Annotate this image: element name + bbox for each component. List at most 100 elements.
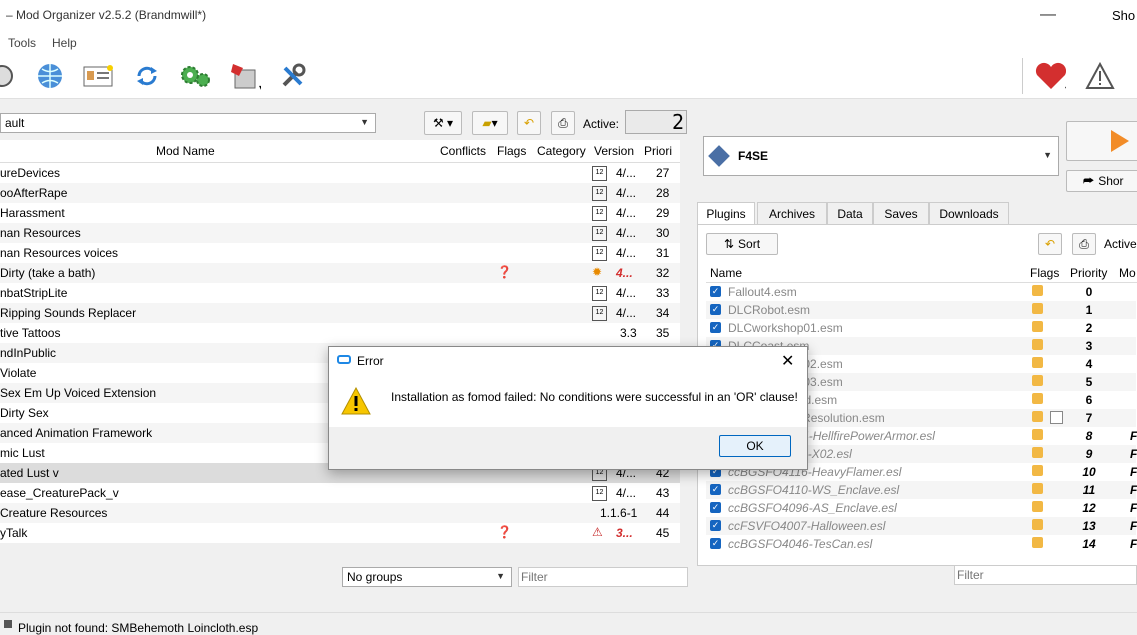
mod-name: Creature Resources bbox=[0, 506, 108, 520]
master-flag-icon bbox=[1032, 411, 1043, 422]
plugin-name: ccBGSFO4046-TesCan.esl bbox=[728, 537, 873, 551]
master-flag-icon bbox=[1032, 447, 1043, 458]
table-row[interactable]: Dirty (take a bath) ❓ ✹ 4... 32 bbox=[0, 263, 680, 283]
close-window-button[interactable]: Sho bbox=[1112, 8, 1135, 23]
col-plugin-name[interactable]: Name bbox=[710, 266, 742, 280]
col-plugin-mod[interactable]: Mo bbox=[1119, 266, 1136, 280]
list-item[interactable]: ✓ ccBGSFO4110-WS_Enclave.esl 11 F bbox=[706, 481, 1137, 499]
enabled-checkbox[interactable]: ✓ bbox=[710, 304, 721, 315]
profiles-icon[interactable] bbox=[82, 60, 114, 92]
table-row[interactable]: nbatStripLite 12 4/... 33 bbox=[0, 283, 680, 303]
modlist-scrollbar[interactable] bbox=[680, 140, 688, 543]
table-row[interactable]: yTalk ❓ ⚠ 3... 45 bbox=[0, 523, 680, 543]
tab-archives[interactable]: Archives bbox=[757, 202, 827, 225]
plugin-priority: 7 bbox=[1085, 411, 1093, 425]
table-row[interactable]: ooAfterRape 12 4/... 28 bbox=[0, 183, 680, 203]
mod-priority: 34 bbox=[656, 306, 670, 320]
profile-select[interactable]: ault ▼ bbox=[0, 113, 376, 133]
col-flags[interactable]: Flags bbox=[497, 144, 526, 158]
col-plugin-priority[interactable]: Priority bbox=[1070, 266, 1107, 280]
master-flag-icon bbox=[1032, 375, 1043, 386]
menu-help[interactable]: Help bbox=[52, 36, 77, 50]
tab-plugins[interactable]: Plugins bbox=[697, 202, 755, 225]
mod-name: tive Tattoos bbox=[0, 326, 61, 340]
table-row[interactable]: Harassment 12 4/... 29 bbox=[0, 203, 680, 223]
table-row[interactable]: ease_CreaturePack_v 12 4/... 43 bbox=[0, 483, 680, 503]
enabled-checkbox[interactable]: ✓ bbox=[710, 286, 721, 297]
master-flag-icon bbox=[1032, 393, 1043, 404]
list-item[interactable]: ✓ DLCworkshop01.esm 2 bbox=[706, 319, 1136, 337]
warning-icon[interactable] bbox=[1084, 60, 1116, 92]
open-folder-button[interactable]: ▰ ▾ bbox=[472, 111, 508, 135]
enabled-checkbox[interactable]: ✓ bbox=[710, 520, 721, 531]
create-backup-button[interactable]: ⎙ bbox=[551, 111, 575, 135]
tab-saves[interactable]: Saves bbox=[873, 202, 929, 225]
executables-icon[interactable] bbox=[179, 60, 211, 92]
restore-backup-button[interactable]: ↶ bbox=[517, 111, 541, 135]
mod-priority: 33 bbox=[656, 286, 670, 300]
mod-name: Sex Em Up Voiced Extension bbox=[0, 386, 157, 400]
plugin-restore-button[interactable]: ↶ bbox=[1038, 233, 1062, 255]
mod-name: mic Lust bbox=[0, 446, 45, 460]
col-plugin-flags[interactable]: Flags bbox=[1030, 266, 1059, 280]
window-title: – Mod Organizer v2.5.2 (Brandmwill*) bbox=[6, 8, 207, 22]
col-category[interactable]: Category bbox=[537, 144, 586, 158]
table-row[interactable]: Creature Resources 1.1.6-1 44 bbox=[0, 503, 680, 523]
run-button[interactable] bbox=[1066, 121, 1137, 161]
plugin-backup-button[interactable]: ⎙ bbox=[1072, 233, 1096, 255]
table-row[interactable]: Ripping Sounds Replacer 12 4/... 34 bbox=[0, 303, 680, 323]
refresh-icon[interactable] bbox=[131, 60, 163, 92]
shortcut-button[interactable]: ⮫ Shor bbox=[1066, 170, 1137, 192]
svg-text:▾: ▾ bbox=[259, 83, 261, 90]
list-item[interactable]: ✓ Fallout4.esm 0 bbox=[706, 283, 1136, 301]
menu-tools[interactable]: Tools bbox=[8, 36, 36, 50]
tools-dropdown-button[interactable]: ⚒ ▾ bbox=[424, 111, 462, 135]
col-conflicts[interactable]: Conflicts bbox=[440, 144, 486, 158]
table-row[interactable]: tive Tattoos 3.3 35 bbox=[0, 323, 680, 343]
groups-select[interactable]: No groups ▼ bbox=[342, 567, 512, 587]
col-version[interactable]: Version bbox=[594, 144, 634, 158]
col-priority[interactable]: Priori bbox=[644, 144, 672, 158]
table-row[interactable]: ureDevices 12 4/... 27 bbox=[0, 163, 680, 183]
tab-downloads[interactable]: Downloads bbox=[929, 202, 1009, 225]
plugin-priority: 3 bbox=[1085, 339, 1093, 353]
mod-name: Harassment bbox=[0, 206, 65, 220]
minimize-button[interactable]: — bbox=[1040, 6, 1056, 24]
mod-priority: 27 bbox=[656, 166, 670, 180]
mod-name: Dirty Sex bbox=[0, 406, 49, 420]
tools-icon[interactable]: ▾ bbox=[229, 60, 261, 92]
mod-filter-input[interactable] bbox=[518, 567, 688, 587]
plugins-active-label: Active bbox=[1104, 237, 1137, 251]
list-item[interactable]: ✓ DLCRobot.esm 1 bbox=[706, 301, 1136, 319]
enabled-checkbox[interactable]: ✓ bbox=[710, 484, 721, 495]
executable-select[interactable]: F4SE ▼ bbox=[703, 136, 1059, 176]
enabled-checkbox[interactable]: ✓ bbox=[710, 502, 721, 513]
plugin-filter-input[interactable] bbox=[954, 565, 1137, 585]
plugin-name: Fallout4.esm bbox=[728, 285, 797, 299]
tab-data[interactable]: Data bbox=[827, 202, 873, 225]
install-icon[interactable] bbox=[0, 60, 18, 92]
mod-version: 1.1.6-1 bbox=[600, 506, 638, 520]
list-item[interactable]: ✓ ccBGSFO4096-AS_Enclave.esl 12 F bbox=[706, 499, 1137, 517]
master-flag-icon bbox=[1032, 285, 1043, 296]
enabled-checkbox[interactable]: ✓ bbox=[710, 538, 721, 549]
mod-version: 4/... bbox=[616, 246, 637, 260]
ok-button[interactable]: OK bbox=[719, 435, 791, 457]
enabled-checkbox[interactable]: ✓ bbox=[710, 322, 721, 333]
sort-button[interactable]: ⇅ Sort bbox=[706, 233, 778, 255]
plugin-priority: 0 bbox=[1085, 285, 1093, 299]
table-row[interactable]: nan Resources 12 4/... 30 bbox=[0, 223, 680, 243]
close-icon[interactable]: ✕ bbox=[781, 351, 794, 371]
status-message: Plugin not found: SMBehemoth Loincloth.e… bbox=[18, 621, 259, 635]
list-item[interactable]: ✓ ccFSVFO4007-Halloween.esl 13 F bbox=[706, 517, 1137, 535]
plugin-mod: F bbox=[1130, 501, 1137, 515]
master-flag-icon bbox=[1032, 303, 1043, 314]
col-mod-name[interactable]: Mod Name bbox=[156, 144, 215, 158]
table-row[interactable]: nan Resources voices 12 4/... 31 bbox=[0, 243, 680, 263]
list-item[interactable]: ✓ ccBGSFO4046-TesCan.esl 14 F bbox=[706, 535, 1137, 553]
mod-version: 4... bbox=[616, 266, 633, 280]
svg-text:▾: ▾ bbox=[1065, 84, 1066, 91]
heart-icon[interactable]: ▾ bbox=[1034, 60, 1066, 92]
nexus-globe-icon[interactable] bbox=[34, 60, 66, 92]
settings-icon[interactable] bbox=[277, 60, 309, 92]
